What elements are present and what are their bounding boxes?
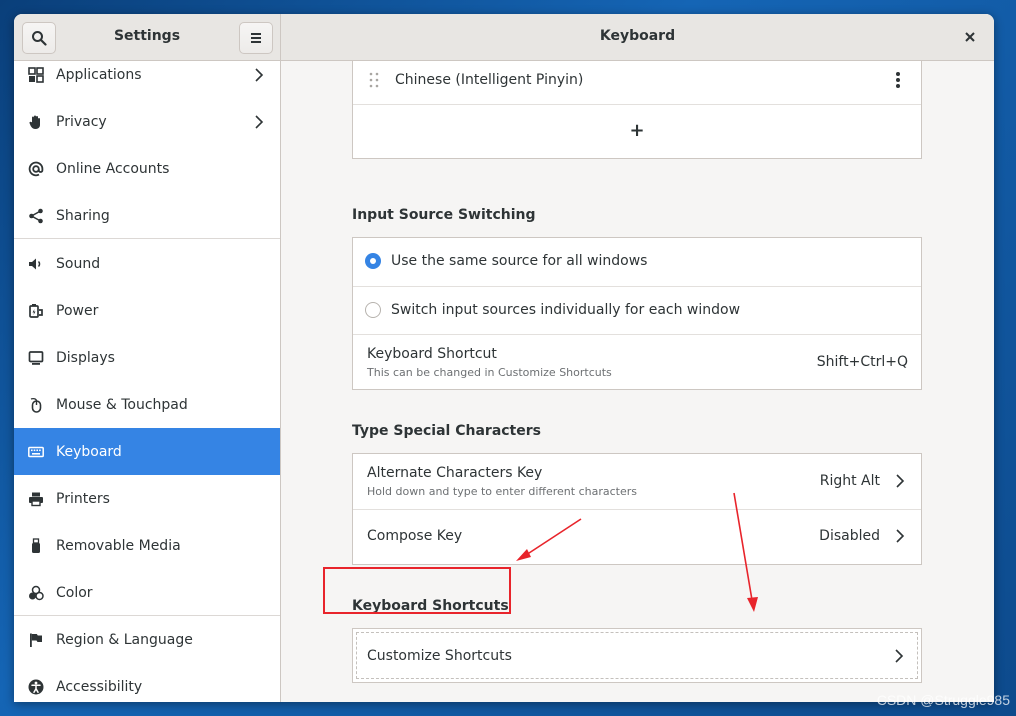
chevron-right-icon (255, 67, 264, 82)
close-icon (965, 32, 975, 42)
main-content: Chinese (Intelligent Pinyin) + Input Sou… (282, 61, 994, 702)
input-source-row[interactable]: Chinese (Intelligent Pinyin) (353, 61, 921, 104)
radio-label: Use the same source for all windows (391, 253, 648, 269)
customize-shortcuts-row[interactable]: Customize Shortcuts (356, 632, 918, 679)
sidebar-item-label: Applications (56, 66, 142, 83)
sidebar-item-keyboard[interactable]: Keyboard (14, 428, 280, 475)
keyboard-shortcut-row[interactable]: Keyboard Shortcut This can be changed in… (353, 335, 921, 390)
watermark-text: CSDN @Struggle985 (876, 692, 1010, 708)
section-title-keyboard-shortcuts: Keyboard Shortcuts (352, 598, 509, 614)
sidebar-header: Settings (14, 14, 281, 61)
page-title: Keyboard (599, 28, 676, 44)
sidebar-item-mouse-touchpad[interactable]: Mouse & Touchpad (14, 381, 280, 428)
sidebar-item-label: Keyboard (56, 443, 122, 460)
sidebar-item-online-accounts[interactable]: Online Accounts (14, 145, 280, 192)
sidebar-item-removable-media[interactable]: Removable Media (14, 522, 280, 569)
sidebar-item-sound[interactable]: Sound (14, 240, 280, 287)
usb-icon (27, 537, 44, 554)
sidebar-item-label: Displays (56, 349, 115, 366)
radio-label: Switch input sources individually for ea… (391, 302, 741, 318)
sidebar-item-sharing[interactable]: Sharing (14, 192, 280, 239)
sidebar-item-label: Mouse & Touchpad (56, 396, 188, 413)
sidebar-item-applications[interactable]: Applications (14, 61, 280, 98)
monitor-icon (27, 349, 44, 366)
speaker-icon (27, 255, 44, 272)
sidebar-item-privacy[interactable]: Privacy (14, 98, 280, 145)
share-icon (27, 207, 44, 224)
customize-shortcuts-label: Customize Shortcuts (367, 648, 512, 664)
special-chars-list: Alternate Characters Key Hold down and t… (352, 453, 922, 565)
search-button[interactable] (22, 22, 56, 54)
sidebar-item-displays[interactable]: Displays (14, 334, 280, 381)
alt-key-subtitle: Hold down and type to enter different ch… (367, 485, 637, 498)
chevron-right-icon (255, 114, 264, 129)
sidebar-item-label: Printers (56, 490, 110, 507)
shortcut-subtitle: This can be changed in Customize Shortcu… (367, 366, 612, 379)
input-sources-list: Chinese (Intelligent Pinyin) + (352, 61, 922, 159)
compose-key-row[interactable]: Compose Key Disabled (353, 510, 921, 565)
menu-button[interactable] (239, 22, 273, 54)
keyboard-icon (27, 443, 44, 460)
shortcut-value: Shift+Ctrl+Q (816, 354, 908, 370)
main-header: Keyboard (281, 14, 994, 61)
hand-icon (27, 113, 44, 130)
sidebar-item-label: Online Accounts (56, 160, 170, 177)
compose-key-label: Compose Key (367, 528, 463, 544)
sidebar-item-label: Removable Media (56, 537, 181, 554)
grid-icon (27, 66, 44, 83)
sidebar-item-label: Color (56, 584, 93, 601)
sidebar-title: Settings (113, 28, 181, 44)
input-switching-list: Use the same source for all windows Swit… (352, 237, 922, 390)
alt-key-label: Alternate Characters Key (367, 465, 543, 481)
add-input-source-button[interactable]: + (353, 105, 921, 159)
chevron-right-icon (896, 474, 905, 488)
sidebar-item-accessibility[interactable]: Accessibility (14, 663, 280, 702)
more-options-icon[interactable] (895, 71, 901, 89)
radio-same-source[interactable] (365, 253, 381, 269)
radio-row-same-source[interactable]: Use the same source for all windows (353, 238, 921, 286)
flag-icon (27, 631, 44, 648)
at-icon (27, 160, 44, 177)
sidebar-item-label: Privacy (56, 113, 107, 130)
sidebar-item-label: Power (56, 302, 99, 319)
color-icon (27, 584, 44, 601)
section-title-input-switching: Input Source Switching (352, 207, 536, 223)
section-title-special-chars: Type Special Characters (352, 423, 541, 439)
alt-key-value: Right Alt (819, 473, 880, 489)
search-icon (32, 31, 47, 46)
sidebar-divider (14, 238, 280, 239)
chevron-right-icon (895, 649, 904, 663)
shortcut-label: Keyboard Shortcut (367, 346, 497, 362)
add-icon: + (629, 120, 645, 141)
alternate-characters-row[interactable]: Alternate Characters Key Hold down and t… (353, 454, 921, 509)
sidebar-item-label: Region & Language (56, 631, 193, 648)
sidebar-item-printers[interactable]: Printers (14, 475, 280, 522)
input-source-label: Chinese (Intelligent Pinyin) (395, 72, 584, 88)
close-button[interactable] (960, 27, 980, 47)
radio-row-individual[interactable]: Switch input sources individually for ea… (353, 287, 921, 334)
sidebar: Applications Privacy Online Accounts Sha… (14, 61, 281, 702)
sidebar-item-region-language[interactable]: Region & Language (14, 616, 280, 663)
drag-handle-icon[interactable] (369, 72, 379, 88)
sidebar-item-color[interactable]: Color (14, 569, 280, 616)
chevron-right-icon (896, 529, 905, 543)
sidebar-item-label: Sound (56, 255, 101, 272)
hamburger-icon (251, 33, 261, 43)
plug-icon (27, 302, 44, 319)
settings-window: Settings Keyboard Applications Privacy O… (14, 14, 994, 702)
sidebar-item-label: Accessibility (56, 678, 143, 695)
accessibility-icon (27, 678, 44, 695)
keyboard-shortcuts-list: Customize Shortcuts (352, 628, 922, 683)
compose-key-value: Disabled (819, 528, 880, 544)
mouse-icon (27, 396, 44, 413)
sidebar-item-label: Sharing (56, 207, 110, 224)
radio-individual[interactable] (365, 302, 381, 318)
sidebar-item-power[interactable]: Power (14, 287, 280, 334)
printer-icon (27, 490, 44, 507)
